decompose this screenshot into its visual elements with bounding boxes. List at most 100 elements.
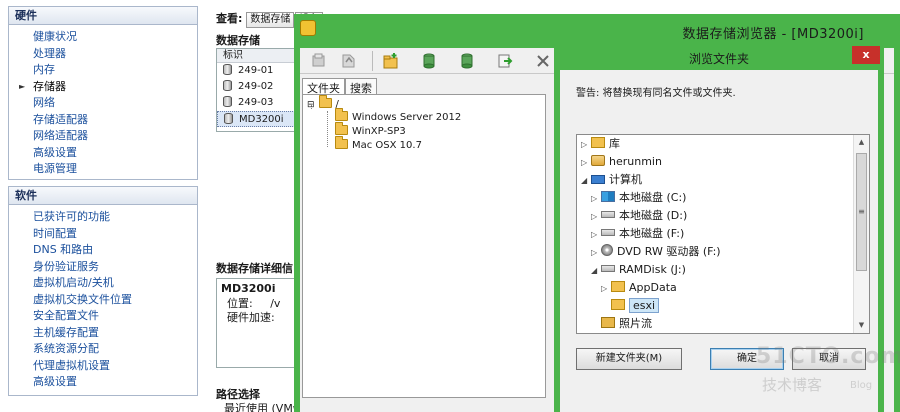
database-icon xyxy=(224,113,233,124)
collapse-icon[interactable]: ◢ xyxy=(581,172,591,190)
node-label: 本地磁盘 (C:) xyxy=(619,191,687,204)
detail-location-value: /v xyxy=(270,297,281,310)
nav-advanced-settings-sw[interactable]: 高级设置 xyxy=(33,374,197,391)
nav-vm-swapfile[interactable]: 虚拟机交换文件位置 xyxy=(33,292,197,309)
tree-node-drive-d[interactable]: ▷ 本地磁盘 (D:) xyxy=(591,207,687,225)
nav-dns-routing[interactable]: DNS 和路由 xyxy=(33,242,197,259)
tree-scrollbar[interactable]: ▲ ≡ ▼ xyxy=(853,135,869,333)
computer-icon xyxy=(591,175,605,184)
expand-icon[interactable]: ▷ xyxy=(591,244,601,262)
watermark-blog-en: Blog xyxy=(850,380,873,391)
row-label: 249-02 xyxy=(238,81,274,92)
detail-name: MD3200i xyxy=(221,282,276,295)
tree-node-esxi[interactable]: esxi xyxy=(601,297,660,315)
dialog-close-button[interactable]: x xyxy=(852,46,880,64)
nav-network[interactable]: 网络 xyxy=(33,95,197,112)
nav-security-profile[interactable]: 安全配置文件 xyxy=(33,308,197,325)
toolbar-separator xyxy=(372,51,373,71)
nav-storage-label: 存储器 xyxy=(33,79,66,93)
expand-icon[interactable]: ▷ xyxy=(591,226,601,244)
tree-node-photostream[interactable]: 照片流 xyxy=(591,315,652,333)
tree-node-dvd[interactable]: ▷ DVD RW 驱动器 (F:) xyxy=(591,243,721,261)
watermark-blog: 技术博客 xyxy=(762,376,823,394)
expand-icon[interactable]: ▷ xyxy=(581,136,591,154)
table-row[interactable]: 249-01 xyxy=(217,63,305,79)
nav-health[interactable]: 健康状况 xyxy=(33,29,197,46)
tree-node-library[interactable]: ▷ 库 xyxy=(581,135,620,153)
node-label: 本地磁盘 (F:) xyxy=(619,227,685,240)
expand-icon[interactable]: ▷ xyxy=(591,190,601,208)
upload-datastore-icon[interactable] xyxy=(420,52,438,70)
nav-advanced-settings[interactable]: 高级设置 xyxy=(33,145,197,162)
table-row[interactable]: 249-03 xyxy=(217,95,305,111)
nav-memory[interactable]: 内存 xyxy=(33,62,197,79)
database-icon xyxy=(223,80,232,91)
move-icon[interactable] xyxy=(496,52,514,70)
column-header-label[interactable]: 标识 xyxy=(217,49,305,63)
collapse-icon[interactable]: ◢ xyxy=(591,262,601,280)
dialog-titlebar[interactable]: 浏览文件夹 x xyxy=(554,46,884,70)
detail-hw-accel: 硬件加速: xyxy=(227,311,275,324)
folder-icon xyxy=(335,136,348,149)
scroll-down-icon[interactable]: ▼ xyxy=(854,318,869,333)
nav-licensed-features[interactable]: 已获许可的功能 xyxy=(33,209,197,226)
folder-label: WinXP-SP3 xyxy=(352,126,406,137)
nav-processor[interactable]: 处理器 xyxy=(33,46,197,63)
tree-folder[interactable]: WinXP-SP3 xyxy=(335,122,406,139)
watermark-site: 51CTO.com xyxy=(756,344,900,369)
table-row[interactable]: 249-02 xyxy=(217,79,305,95)
browser-title: 数据存储浏览器 - [MD3200i] xyxy=(682,27,864,42)
tree-folder[interactable]: Mac OSX 10.7 xyxy=(335,136,422,153)
nav-resource-allocation[interactable]: 系统资源分配 xyxy=(33,341,197,358)
scroll-up-icon[interactable]: ▲ xyxy=(854,135,869,150)
expand-icon[interactable]: ▷ xyxy=(581,154,591,172)
node-label: 库 xyxy=(609,137,620,150)
folder-icon xyxy=(611,299,625,310)
hard-drive-icon xyxy=(601,265,615,272)
nav-auth-services[interactable]: 身份验证服务 xyxy=(33,259,197,276)
tree-node-ramdisk[interactable]: ◢ RAMDisk (J:) xyxy=(591,261,686,279)
node-label: esxi xyxy=(629,298,660,313)
tree-node-appdata[interactable]: ▷ AppData xyxy=(601,279,677,297)
nav-vm-startup[interactable]: 虚拟机启动/关机 xyxy=(33,275,197,292)
detail-location-line: 位置: /v xyxy=(221,297,301,311)
tree-folder[interactable]: Windows Server 2012 xyxy=(335,108,462,125)
nav-host-cache[interactable]: 主机缓存配置 xyxy=(33,325,197,342)
row-label: 249-01 xyxy=(238,65,274,76)
tree-node-drive-c[interactable]: ▷ 本地磁盘 (C:) xyxy=(591,189,686,207)
back-icon[interactable] xyxy=(310,52,328,70)
view-datastores-button[interactable]: 数据存储 xyxy=(246,12,295,28)
tree-node-drive-f[interactable]: ▷ 本地磁盘 (F:) xyxy=(591,225,684,243)
nav-power-management[interactable]: 电源管理 xyxy=(33,161,197,178)
nav-time-config[interactable]: 时间配置 xyxy=(33,226,197,243)
software-section: 软件 已获许可的功能 时间配置 DNS 和路由 身份验证服务 虚拟机启动/关机 … xyxy=(8,186,198,396)
nav-storage-adapters[interactable]: 存储适配器 xyxy=(33,112,197,129)
scroll-thumb[interactable]: ≡ xyxy=(856,153,867,271)
view-label: 查看: xyxy=(216,12,243,25)
tree-node-computer[interactable]: ◢ 计算机 xyxy=(581,171,642,189)
expand-icon[interactable]: ▷ xyxy=(601,280,611,298)
user-folder-icon xyxy=(591,155,605,166)
tree-node-user[interactable]: ▷ herunmin xyxy=(581,153,662,171)
folder-label: Mac OSX 10.7 xyxy=(352,140,422,151)
browser-titlebar[interactable]: 数据存储浏览器 - [MD3200i] xyxy=(294,14,900,48)
delete-icon[interactable] xyxy=(534,52,552,70)
nav-storage[interactable]: ► 存储器 xyxy=(19,79,197,96)
photo-stream-icon xyxy=(601,317,615,328)
table-row-selected[interactable]: MD3200i xyxy=(217,111,305,127)
nav-network-adapters[interactable]: 网络适配器 xyxy=(33,128,197,145)
collapse-icon[interactable]: ⊟ xyxy=(307,100,315,110)
details-box: MD3200i 位置: /v 硬件加速: xyxy=(216,278,306,368)
folder-label: Windows Server 2012 xyxy=(352,112,462,123)
node-label: 计算机 xyxy=(609,173,642,186)
library-icon xyxy=(591,137,605,148)
download-datastore-icon[interactable] xyxy=(458,52,476,70)
details-title: 数据存储详细信 xyxy=(216,262,293,275)
upload-disabled-icon[interactable] xyxy=(340,52,358,70)
nav-agent-vm[interactable]: 代理虚拟机设置 xyxy=(33,358,197,375)
expand-icon[interactable]: ▷ xyxy=(591,208,601,226)
new-folder-button[interactable]: 新建文件夹(M) xyxy=(576,348,682,370)
new-folder-icon[interactable] xyxy=(382,52,400,70)
hardware-header: 硬件 xyxy=(9,7,197,25)
detail-location-label: 位置: xyxy=(227,297,253,310)
